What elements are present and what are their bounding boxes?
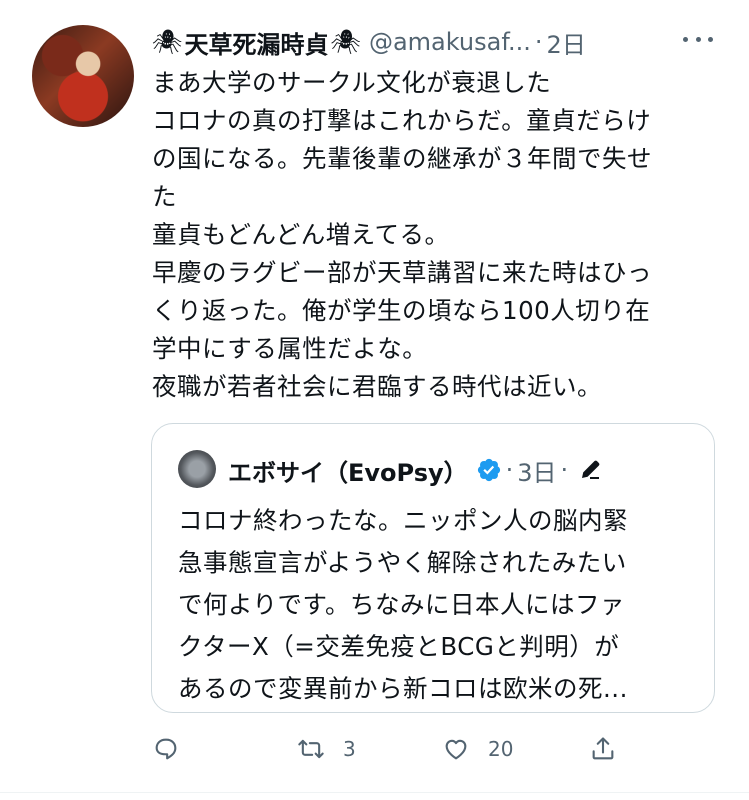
divider: [0, 792, 749, 793]
quoted-tweet-header: エボサイ（EvoPsy） · 3日 ·: [228, 448, 602, 492]
tweet-text-line: 学中にする属性だよな。: [152, 334, 428, 363]
more-horizontal-icon[interactable]: [683, 28, 713, 50]
like-count: 20: [488, 737, 514, 761]
quoted-tweet-timestamp: 3日: [517, 458, 557, 487]
retweet-count: 3: [343, 737, 356, 761]
tweet-text-line: 夜職が若者社会に君臨する時代は近い。: [152, 372, 602, 401]
separator-dot: ·: [534, 28, 543, 56]
retweet-icon: [298, 739, 324, 759]
heart-icon: [445, 739, 467, 760]
quoted-text-line: あるので変異前から新コロは欧米の死...: [178, 674, 628, 703]
tweet-text-line: た: [152, 182, 177, 211]
tweet-actions: 3 20: [152, 728, 722, 770]
share-icon: [592, 737, 614, 760]
author-handle[interactable]: @amakusaf...: [369, 28, 531, 56]
quoted-tweet-card[interactable]: エボサイ（EvoPsy） · 3日 · コロナ終わったな。ニッポン人の脳内緊 急…: [151, 423, 715, 713]
like-button[interactable]: 20: [442, 728, 513, 770]
tweet-text-line: コロナの真の打撃はこれからだ。童貞だらけ: [152, 106, 652, 135]
spider-emoji: 🕷: [152, 28, 183, 56]
share-button[interactable]: [589, 728, 617, 770]
tweet-header: 🕷 天草死漏時貞 🕷 @amakusaf... · 2日: [152, 22, 722, 62]
tweet-text-line: 童貞もどんどん増えてる。: [152, 220, 450, 249]
tweet-text-line: 早慶のラグビー部が天草講習に来た時はひっ: [152, 258, 652, 287]
quoted-text-line: コロナ終わったな。ニッポン人の脳内緊: [178, 506, 628, 535]
quoted-text-line: で何よりです。ちなみに日本人にはファ: [178, 590, 626, 619]
edit-pencil-icon: [582, 460, 600, 479]
retweet-button[interactable]: 3: [297, 728, 356, 770]
quoted-author-avatar: [178, 450, 216, 488]
author-display-name[interactable]: 天草死漏時貞: [184, 25, 328, 60]
quoted-author-name: エボサイ（EvoPsy）: [228, 458, 468, 487]
tweet-text-line: まあ大学のサークル文化が衰退した: [152, 68, 552, 97]
separator-dot: ·: [505, 456, 514, 484]
separator-dot: ·: [560, 456, 569, 484]
tweet-text-line: くり返った。俺が学生の頃なら100人切り在: [152, 296, 651, 325]
tweet-text: まあ大学のサークル文化が衰退した コロナの真の打撃はこれからだ。童貞だらけ の国…: [152, 64, 727, 406]
reply-button[interactable]: [152, 728, 198, 770]
verified-badge-icon: [477, 458, 500, 482]
author-avatar[interactable]: [32, 25, 134, 127]
reply-icon: [155, 738, 177, 760]
spider-emoji: 🕷: [330, 28, 361, 56]
tweet-text-line: の国になる。先輩後輩の継承が３年間で失せ: [152, 144, 652, 173]
tweet-timestamp[interactable]: 2日: [547, 25, 586, 60]
quoted-text-line: クターX（=交差免疫とBCGと判明）が: [178, 632, 620, 661]
quoted-tweet-text: コロナ終わったな。ニッポン人の脳内緊 急事態宣言がようやく解除されたみたい で何…: [178, 500, 698, 710]
quoted-text-line: 急事態宣言がようやく解除されたみたい: [178, 548, 627, 577]
